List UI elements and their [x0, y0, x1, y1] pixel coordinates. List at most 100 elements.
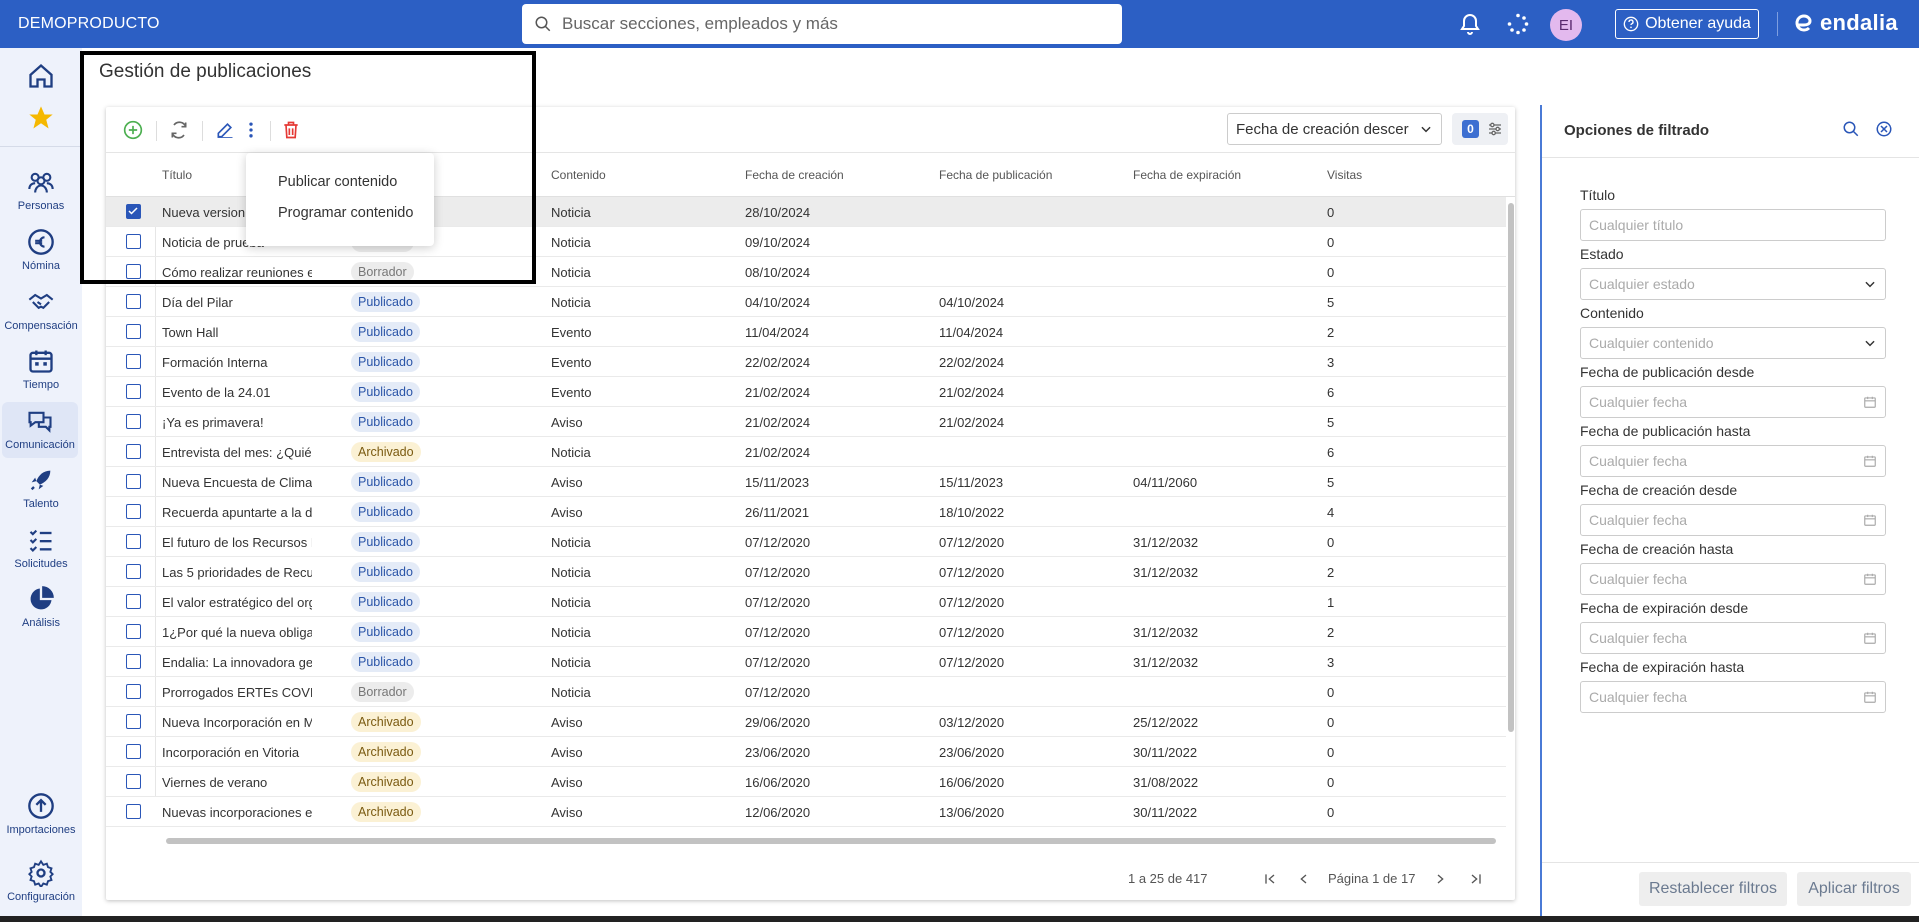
- more-options-button[interactable]: [238, 117, 264, 143]
- sidebar-item-configuracion[interactable]: Configuración: [0, 859, 82, 903]
- sidebar-item-compensacion[interactable]: Compensación: [0, 288, 82, 332]
- row-checkbox[interactable]: [126, 714, 141, 729]
- table-row[interactable]: Cómo realizar reuniones efectivas Noticia…: [106, 257, 1506, 287]
- filter-input-text[interactable]: Cualquier título: [1580, 209, 1886, 241]
- table-row[interactable]: Entrevista del mes: ¿Quién es Bo Noticia 2…: [106, 437, 1506, 467]
- column-header-fecha-expiracion[interactable]: Fecha de expiración: [1133, 168, 1241, 182]
- calendar-icon: [29, 350, 53, 373]
- help-button[interactable]: Obtener ayuda: [1615, 9, 1759, 39]
- row-checkbox[interactable]: [126, 264, 141, 279]
- sidebar-item-home[interactable]: [0, 62, 82, 94]
- delete-button[interactable]: [278, 117, 304, 143]
- filter-input-date[interactable]: Cualquier fecha: [1580, 504, 1886, 536]
- sidebar-item-nomina[interactable]: Nómina: [0, 228, 82, 272]
- row-checkbox[interactable]: [126, 564, 141, 579]
- table-row[interactable]: El futuro de los Recursos Humanos Noticia…: [106, 527, 1506, 557]
- row-checkbox[interactable]: [126, 654, 141, 669]
- table-row[interactable]: Nueva Incorporación en Madrid Aviso 29/06/…: [106, 707, 1506, 737]
- filter-input-date[interactable]: Cualquier fecha: [1580, 622, 1886, 654]
- loading-icon[interactable]: [1506, 12, 1530, 36]
- row-checkbox[interactable]: [126, 624, 141, 639]
- reset-filters-button[interactable]: Restablecer filtros: [1639, 872, 1787, 906]
- sidebar-item-talento[interactable]: Talento: [0, 466, 82, 510]
- row-checkbox[interactable]: [126, 234, 141, 249]
- column-header-visitas[interactable]: Visitas: [1327, 168, 1362, 182]
- row-checkbox[interactable]: [126, 744, 141, 759]
- previous-page-icon[interactable]: [1296, 871, 1312, 887]
- table-row[interactable]: Formación Interna Evento 22/02/2024 22/02/2…: [106, 347, 1506, 377]
- column-header-fecha-creacion[interactable]: Fecha de creación: [745, 168, 844, 182]
- sidebar-item-comunicacion[interactable]: Comunicación: [2, 402, 78, 458]
- sidebar-item-tiempo[interactable]: Tiempo: [0, 347, 82, 391]
- row-checkbox[interactable]: [126, 594, 141, 609]
- table-row[interactable]: Prorrogados ERTEs COVID-19: n Noticia 07/1…: [106, 677, 1506, 707]
- sidebar-item-favorites[interactable]: [0, 104, 82, 136]
- table-row[interactable]: Incorporación en Vitoria Aviso 23/06/2020 2…: [106, 737, 1506, 767]
- filter-input-date[interactable]: Cualquier fecha: [1580, 563, 1886, 595]
- table-row[interactable]: Día del Pilar Noticia 04/10/2024 04/10/2024…: [106, 287, 1506, 317]
- table-row[interactable]: El valor estratégico del organigrama Noti…: [106, 587, 1506, 617]
- sidebar-item-solicitudes[interactable]: Solicitudes: [0, 526, 82, 570]
- cell-published: 07/12/2020: [939, 565, 1005, 580]
- last-page-icon[interactable]: [1468, 871, 1484, 887]
- bell-icon[interactable]: [1458, 12, 1482, 36]
- search-input[interactable]: [562, 14, 1102, 34]
- row-checkbox[interactable]: [126, 774, 141, 789]
- table-row[interactable]: Las 5 prioridades de Recursos Humanos Not…: [106, 557, 1506, 587]
- table-row[interactable]: 1¿Por qué la nueva obligación de Noticia 0…: [106, 617, 1506, 647]
- row-checkbox[interactable]: [126, 444, 141, 459]
- next-page-icon[interactable]: [1432, 871, 1448, 887]
- filter-input-select[interactable]: Cualquier estado: [1580, 268, 1886, 300]
- avatar[interactable]: EI: [1550, 9, 1582, 41]
- sidebar-item-analisis[interactable]: Análisis: [0, 585, 82, 629]
- row-checkbox[interactable]: [126, 504, 141, 519]
- refresh-button[interactable]: [166, 117, 192, 143]
- table-row[interactable]: Viernes de verano Aviso 16/06/2020 16/06/20…: [106, 767, 1506, 797]
- column-header-fecha-publicacion[interactable]: Fecha de publicación: [939, 168, 1052, 182]
- row-checkbox[interactable]: [126, 204, 141, 219]
- table-row[interactable]: Evento de la 24.01 Evento 21/02/2024 21/02/…: [106, 377, 1506, 407]
- menu-item-publicar[interactable]: Publicar contenido: [278, 174, 397, 190]
- row-checkbox[interactable]: [126, 534, 141, 549]
- trash-icon: [284, 121, 298, 139]
- table-row[interactable]: ¡Ya es primavera! Aviso 21/02/2024 21/02/20…: [106, 407, 1506, 437]
- global-search[interactable]: [522, 4, 1122, 44]
- column-header-contenido[interactable]: Contenido: [551, 168, 606, 182]
- filter-input-date[interactable]: Cualquier fecha: [1580, 386, 1886, 418]
- endalia-logo[interactable]: endalia: [1792, 10, 1898, 36]
- filter-input-date[interactable]: Cualquier fecha: [1580, 445, 1886, 477]
- apply-filters-button[interactable]: Aplicar filtros: [1797, 872, 1911, 906]
- row-checkbox[interactable]: [126, 294, 141, 309]
- search-icon[interactable]: [1842, 120, 1860, 138]
- close-icon[interactable]: [1875, 120, 1893, 138]
- sort-select[interactable]: Fecha de creación descer: [1227, 113, 1442, 145]
- row-checkbox[interactable]: [126, 354, 141, 369]
- column-header-titulo[interactable]: Título: [162, 168, 192, 182]
- status-badge: Archivado: [351, 712, 421, 732]
- sidebar-item-personas[interactable]: Personas: [0, 168, 82, 212]
- table-row[interactable]: Nuevas incorporaciones en Formación Aviso…: [106, 797, 1506, 827]
- company-name[interactable]: DEMOPRODUCTO: [18, 15, 518, 33]
- row-checkbox[interactable]: [126, 804, 141, 819]
- cell-content: Noticia: [551, 565, 591, 580]
- table-row[interactable]: Nueva Encuesta de Clima Aviso 15/11/2023 15…: [106, 467, 1506, 497]
- filter-input-select[interactable]: Cualquier contenido: [1580, 327, 1886, 359]
- table-row[interactable]: Endalia: La innovadora gestión de Noticia…: [106, 647, 1506, 677]
- menu-item-programar[interactable]: Programar contenido: [278, 205, 413, 221]
- filter-input-date[interactable]: Cualquier fecha: [1580, 681, 1886, 713]
- sidebar-item-importaciones[interactable]: Importaciones: [0, 792, 82, 836]
- vertical-scrollbar[interactable]: [1508, 203, 1514, 732]
- first-page-icon[interactable]: [1262, 871, 1278, 887]
- row-checkbox[interactable]: [126, 384, 141, 399]
- add-button[interactable]: [120, 117, 146, 143]
- cell-visits: 1: [1327, 595, 1335, 610]
- table-row[interactable]: Town Hall Evento 11/04/2024 11/04/2024 2 Publ…: [106, 317, 1506, 347]
- edit-button[interactable]: [212, 117, 238, 143]
- table-row[interactable]: Recuerda apuntarte a la donación Aviso 26/…: [106, 497, 1506, 527]
- row-checkbox[interactable]: [126, 414, 141, 429]
- row-checkbox[interactable]: [126, 474, 141, 489]
- row-checkbox[interactable]: [126, 324, 141, 339]
- horizontal-scrollbar[interactable]: [166, 838, 1496, 844]
- row-checkbox[interactable]: [126, 684, 141, 699]
- filter-toggle-button[interactable]: 0: [1452, 113, 1508, 145]
